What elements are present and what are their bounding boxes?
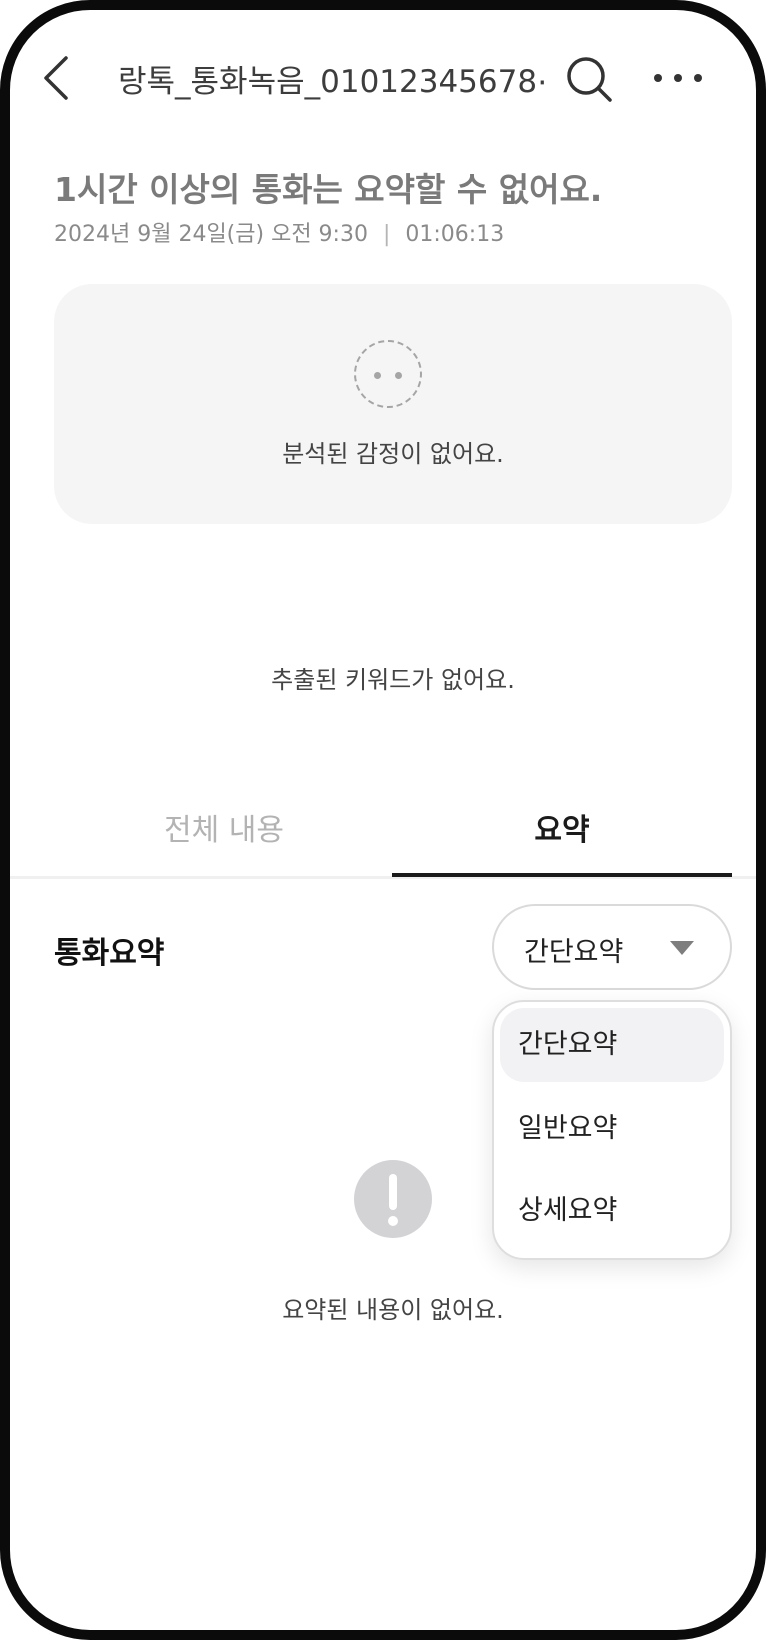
keyword-empty-text: 추출된 키워드가 없어요.	[271, 666, 515, 694]
call-datetime: 2024년 9월 24일(금) 오전 9:30	[54, 222, 368, 247]
face-icon	[354, 340, 422, 408]
chevron-left-icon	[44, 56, 68, 100]
alert-icon-dot	[388, 1216, 398, 1226]
more-button[interactable]	[648, 64, 708, 94]
app-screen: 랑톡_통화녹음_01012345678⋯ 1시간 이상의 통화는 요약할 수 없…	[0, 0, 766, 1640]
summary-type-menu: 간단요약 일반요약 상세요약	[492, 1000, 732, 1260]
call-duration: 01:06:13	[405, 222, 505, 247]
menu-item-normal[interactable]: 일반요약	[500, 1092, 724, 1166]
face-eye-right	[395, 372, 402, 379]
page-title: 랑톡_통화녹음_01012345678⋯	[118, 64, 548, 100]
select-value: 간단요약	[524, 937, 624, 968]
back-button[interactable]	[34, 50, 86, 106]
emotion-empty-text: 분석된 감정이 없어요.	[282, 440, 504, 468]
summary-section-title: 통화요약	[54, 936, 165, 971]
alert-icon	[354, 1160, 432, 1238]
call-headline: 1시간 이상의 통화는 요약할 수 없어요.	[54, 170, 603, 209]
menu-item-detailed[interactable]: 상세요약	[500, 1174, 724, 1248]
summary-empty-text: 요약된 내용이 없어요.	[282, 1296, 504, 1324]
more-horizontal-icon	[654, 74, 702, 82]
summary-type-select[interactable]: 간단요약	[492, 904, 732, 990]
emotion-card: 분석된 감정이 없어요.	[54, 284, 732, 524]
search-icon	[567, 57, 612, 102]
search-button[interactable]	[562, 52, 618, 108]
call-meta: 2024년 9월 24일(금) 오전 9:30 | 01:06:13	[54, 216, 504, 248]
menu-item-brief[interactable]: 간단요약	[500, 1008, 724, 1082]
face-eye-left	[374, 372, 381, 379]
meta-separator: |	[382, 222, 391, 247]
active-tab-indicator	[392, 873, 732, 877]
tab-full-content[interactable]: 전체 내용	[54, 805, 394, 849]
caret-down-icon	[670, 941, 694, 955]
alert-icon-bar	[389, 1174, 397, 1210]
tab-summary[interactable]: 요약	[392, 805, 732, 849]
